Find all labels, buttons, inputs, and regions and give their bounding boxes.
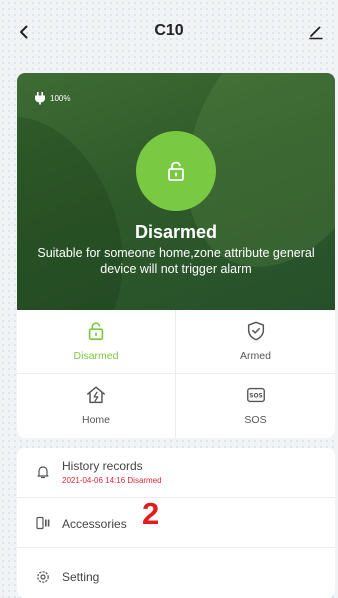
pencil-icon — [309, 26, 323, 40]
accessories-item[interactable]: Accessories — [17, 498, 335, 548]
unlock-icon — [85, 318, 107, 344]
gear-icon — [35, 569, 51, 585]
mode-armed-button[interactable]: Armed — [176, 310, 335, 374]
unlock-icon — [168, 161, 184, 181]
home-icon — [85, 382, 107, 408]
background-decoration — [17, 92, 154, 310]
mode-grid: Disarmed Armed Home SOS SOS — [17, 310, 335, 438]
edit-button[interactable] — [304, 20, 328, 44]
arm-state-description: Suitable for someone home,zone attribute… — [37, 246, 315, 276]
mode-home-button[interactable]: Home — [17, 374, 176, 438]
svg-text:SOS: SOS — [249, 392, 263, 399]
mode-disarmed-button[interactable]: Disarmed — [17, 310, 176, 374]
device-status-card: 100% Disarmed Suitable for someone home,… — [17, 73, 335, 438]
battery-level: 100% — [50, 93, 71, 103]
accessories-label: Accessories — [62, 517, 127, 531]
shield-check-icon — [245, 318, 267, 344]
step-annotation-number: 2 — [142, 496, 160, 531]
top-bar: C10 — [0, 0, 338, 64]
page-title: C10 — [154, 22, 184, 39]
status-panel: 100% Disarmed Suitable for someone home,… — [17, 73, 335, 310]
last-record-text: 2021-04-06 14:16 Disarmed — [62, 476, 162, 485]
accessories-icon — [35, 515, 51, 531]
history-records-item[interactable]: History records 2021-04-06 14:16 Disarme… — [17, 448, 335, 498]
mode-label: SOS — [244, 414, 267, 426]
arm-state-title: Disarmed — [134, 222, 218, 242]
history-records-label: History records — [62, 459, 143, 473]
sos-icon: SOS — [245, 382, 267, 408]
mode-label: Armed — [240, 350, 271, 362]
battery-indicator: 100% — [33, 91, 70, 105]
settings-list: History records 2021-04-06 14:16 Disarme… — [17, 448, 335, 598]
setting-item[interactable]: Setting — [17, 548, 335, 598]
setting-label: Setting — [62, 570, 100, 584]
mode-label: Home — [81, 414, 110, 426]
disarm-toggle-button[interactable] — [136, 131, 216, 211]
plug-icon — [33, 91, 47, 105]
mode-sos-button[interactable]: SOS SOS — [176, 374, 335, 438]
bell-icon — [35, 464, 51, 480]
mode-label: Disarmed — [73, 350, 119, 362]
